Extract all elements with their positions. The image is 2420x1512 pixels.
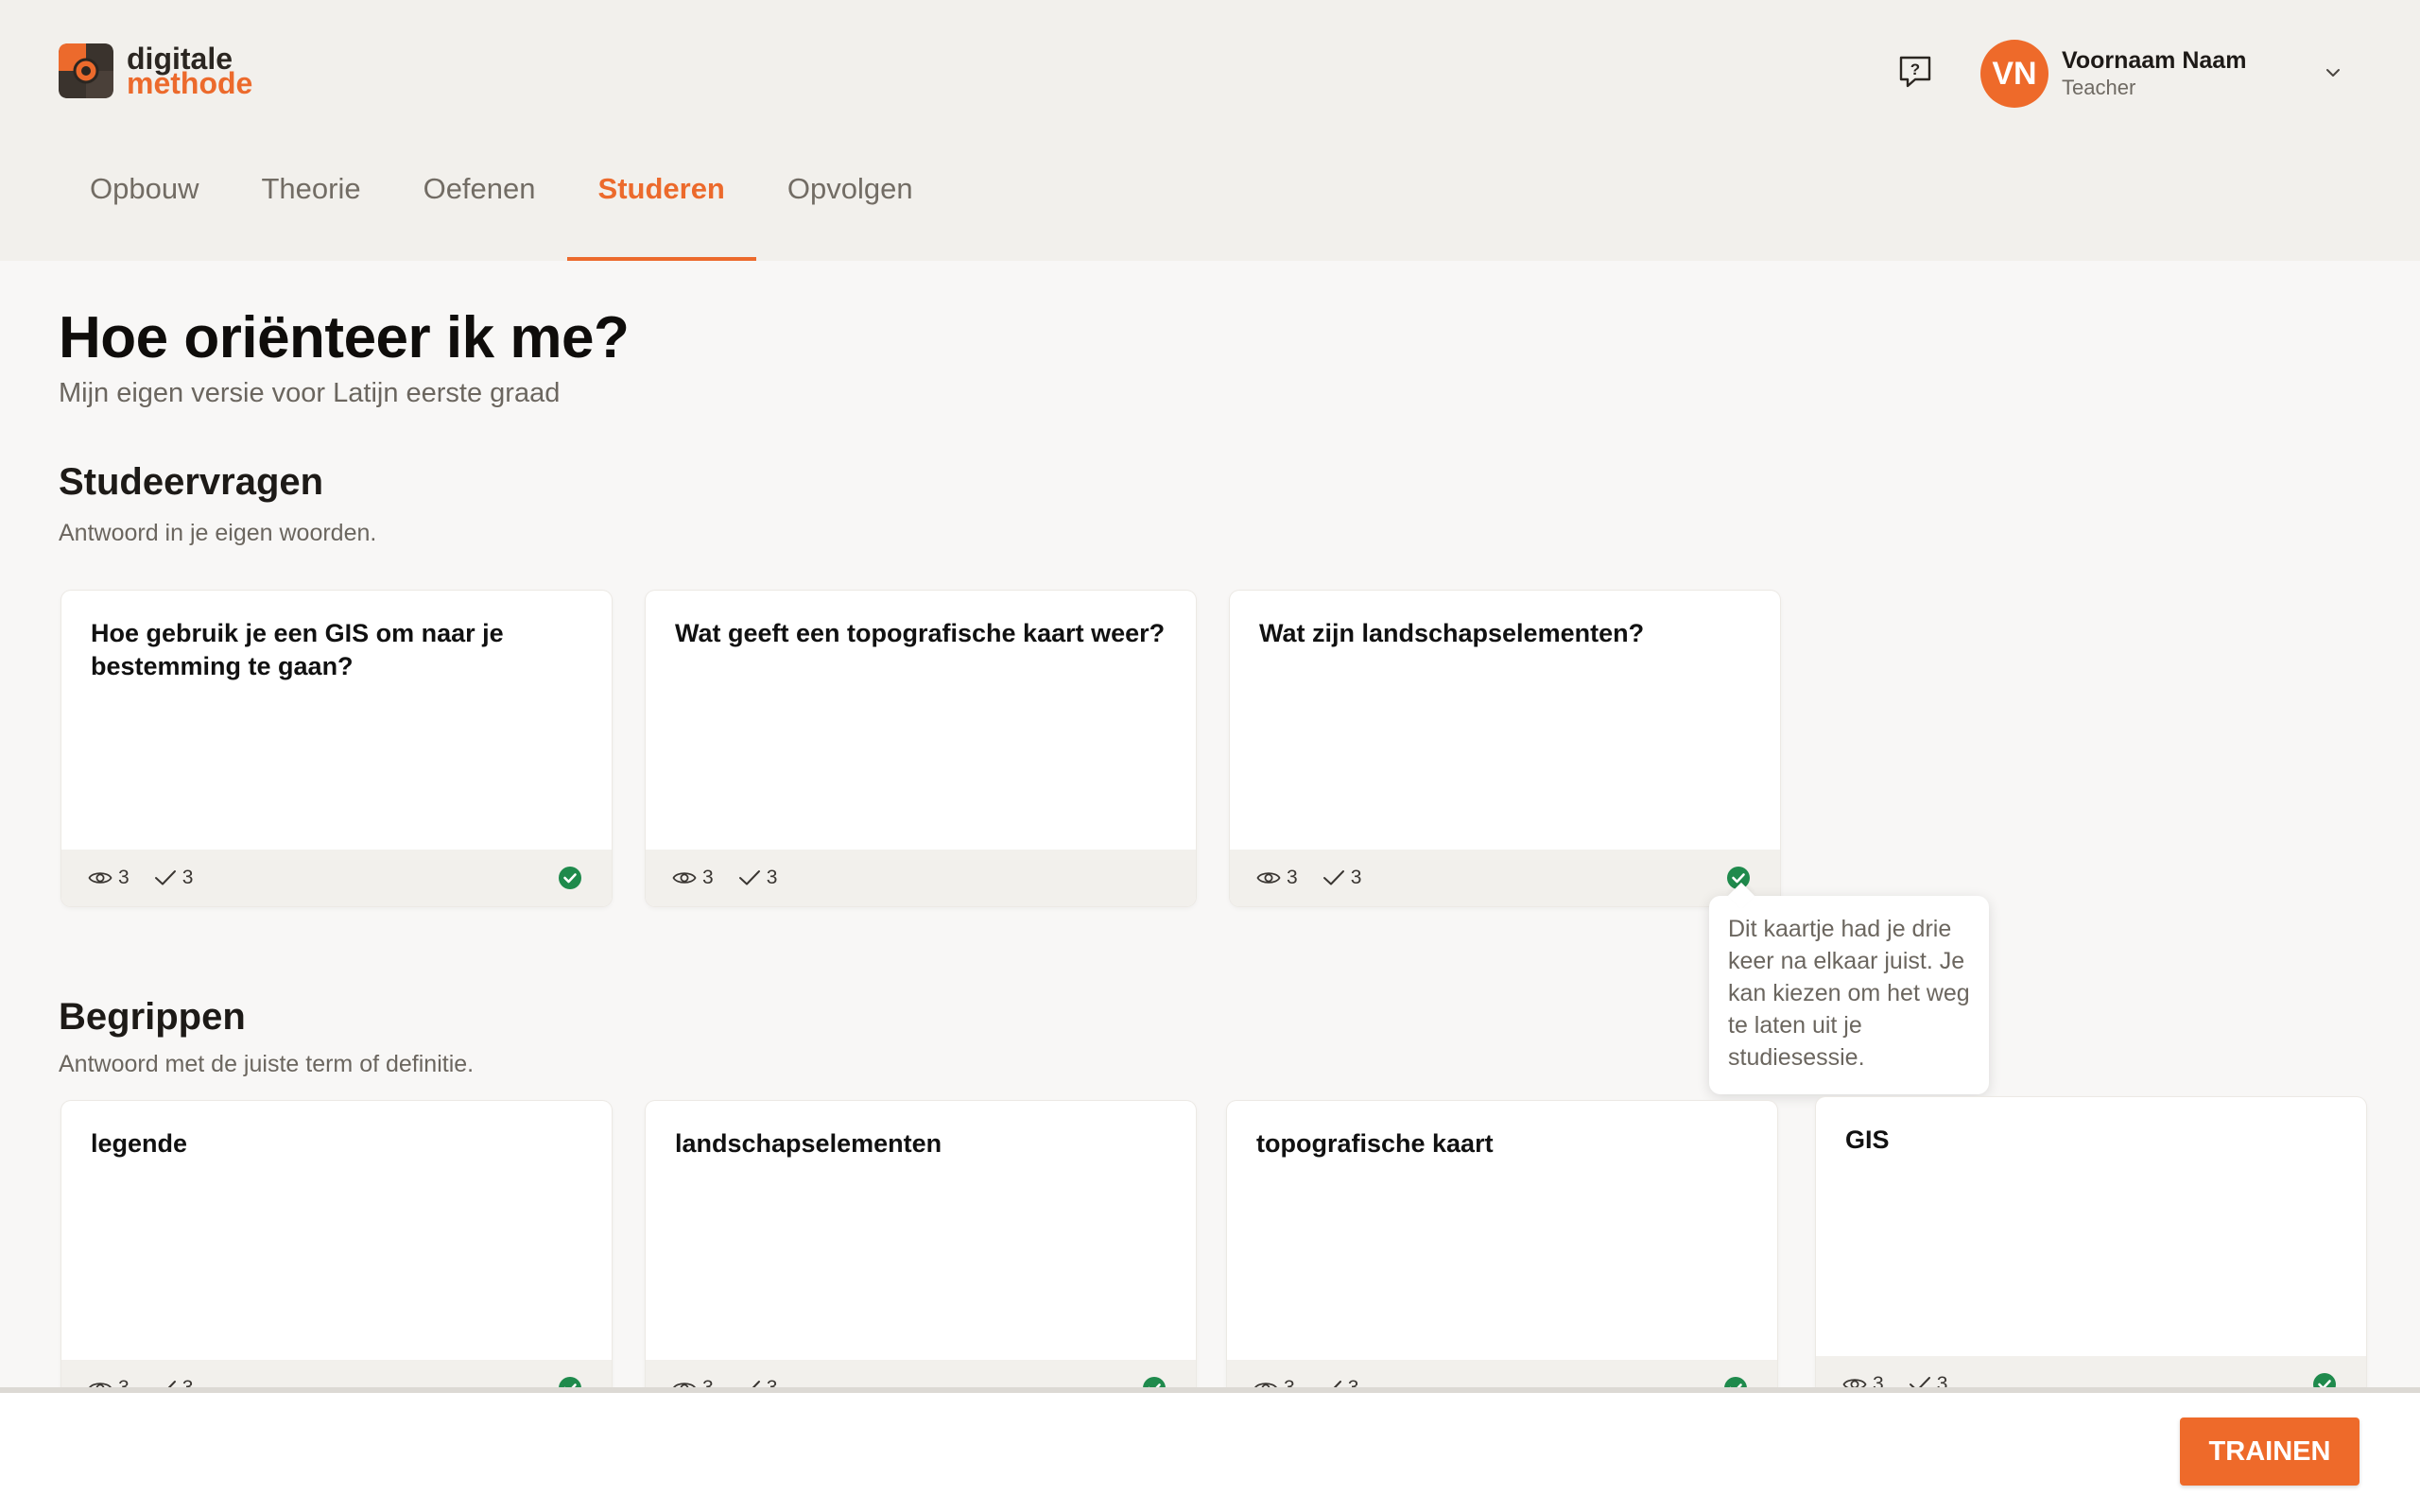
flashcard-title: landschapselementen	[675, 1129, 942, 1158]
section-subtitle-studeervragen: Antwoord in je eigen woorden.	[59, 520, 377, 546]
chevron-down-icon[interactable]	[2321, 60, 2345, 85]
checkmark-icon	[738, 870, 760, 885]
train-button[interactable]: TRAINEN	[2180, 1418, 2360, 1486]
info-tooltip: Dit kaartje had je drie keer na elkaar j…	[1709, 896, 1989, 1094]
logo-mark-icon	[59, 43, 113, 98]
tab-studeren[interactable]: Studeren	[566, 151, 757, 261]
avatar[interactable]: VN	[1980, 40, 2048, 108]
app-logo[interactable]: digitale methode	[59, 43, 252, 98]
svg-text:?: ?	[1910, 60, 1920, 78]
correct-value: 3	[766, 867, 778, 888]
user-info: Voornaam Naam Teacher	[2062, 46, 2246, 101]
main-tabs: Opbouw Theorie Oefenen Studeren Opvolgen	[59, 151, 944, 261]
tab-opbouw[interactable]: Opbouw	[59, 151, 230, 261]
correct-count: 3	[1322, 867, 1362, 889]
views-count: 3	[88, 867, 130, 889]
flashcard[interactable]: landschapselementen 3 3	[646, 1101, 1196, 1417]
flashcard-title: topografische kaart	[1256, 1129, 1494, 1158]
checkmark-icon	[154, 870, 176, 885]
flashcard[interactable]: topografische kaart 3 3	[1227, 1101, 1777, 1417]
tab-theorie[interactable]: Theorie	[230, 151, 391, 261]
flashcard-title: Wat geeft een topografische kaart weer?	[675, 619, 1166, 647]
views-count: 3	[672, 867, 714, 889]
flashcard[interactable]: Wat geeft een topografische kaart weer? …	[646, 591, 1196, 906]
user-name: Voornaam Naam	[2062, 47, 2247, 74]
eye-icon	[88, 872, 112, 884]
flashcard-title: legende	[91, 1129, 188, 1158]
eye-icon	[672, 872, 697, 884]
logo-line-2: methode	[127, 66, 253, 100]
flashcard-title: Hoe gebruik je een GIS om naar je bestem…	[91, 619, 504, 680]
logo-wordmark: digitale methode	[127, 43, 253, 100]
views-value: 3	[702, 867, 714, 888]
correct-count: 3	[738, 867, 778, 889]
tab-opvolgen[interactable]: Opvolgen	[756, 151, 944, 261]
correct-value: 3	[1350, 867, 1362, 888]
correct-count: 3	[154, 867, 194, 889]
section-title-begrippen: Begrippen	[59, 996, 246, 1038]
page-subtitle: Mijn eigen versie voor Latijn eerste gra…	[59, 378, 561, 408]
eye-icon	[1256, 872, 1281, 884]
bottom-action-bar	[0, 1387, 2420, 1512]
flashcard-title: GIS	[1845, 1125, 1890, 1154]
user-menu[interactable]: VN Voornaam Naam Teacher	[1980, 38, 2246, 110]
user-role: Teacher	[2062, 76, 2136, 99]
correct-value: 3	[182, 867, 194, 888]
flashcard-title: Wat zijn landschapselementen?	[1259, 619, 1645, 647]
flashcard[interactable]: legende 3 3	[61, 1101, 612, 1417]
section-subtitle-begrippen: Antwoord met de juiste term of definitie…	[59, 1051, 475, 1077]
top-header: digitale methode ? VN Voornaam Naam Teac…	[0, 0, 2420, 261]
flashcard[interactable]: Wat zijn landschapselementen? 3 3	[1230, 591, 1780, 906]
checkmark-icon	[1322, 870, 1344, 885]
check-circle-icon[interactable]	[557, 865, 583, 891]
views-value: 3	[118, 867, 130, 888]
page-title: Hoe oriënteer ik me?	[59, 305, 630, 370]
tab-oefenen[interactable]: Oefenen	[392, 151, 567, 261]
views-value: 3	[1287, 867, 1298, 888]
help-chat-icon[interactable]: ?	[1896, 53, 1934, 91]
flashcard[interactable]: GIS 3 3	[1816, 1097, 2366, 1413]
flashcard-footer: 3 3	[61, 850, 612, 906]
flashcard-footer: 3 3	[1230, 850, 1780, 906]
views-count: 3	[1256, 867, 1298, 889]
flashcard-footer: 3 3	[646, 850, 1196, 906]
flashcard[interactable]: Hoe gebruik je een GIS om naar je bestem…	[61, 591, 612, 906]
section-title-studeervragen: Studeervragen	[59, 461, 324, 503]
